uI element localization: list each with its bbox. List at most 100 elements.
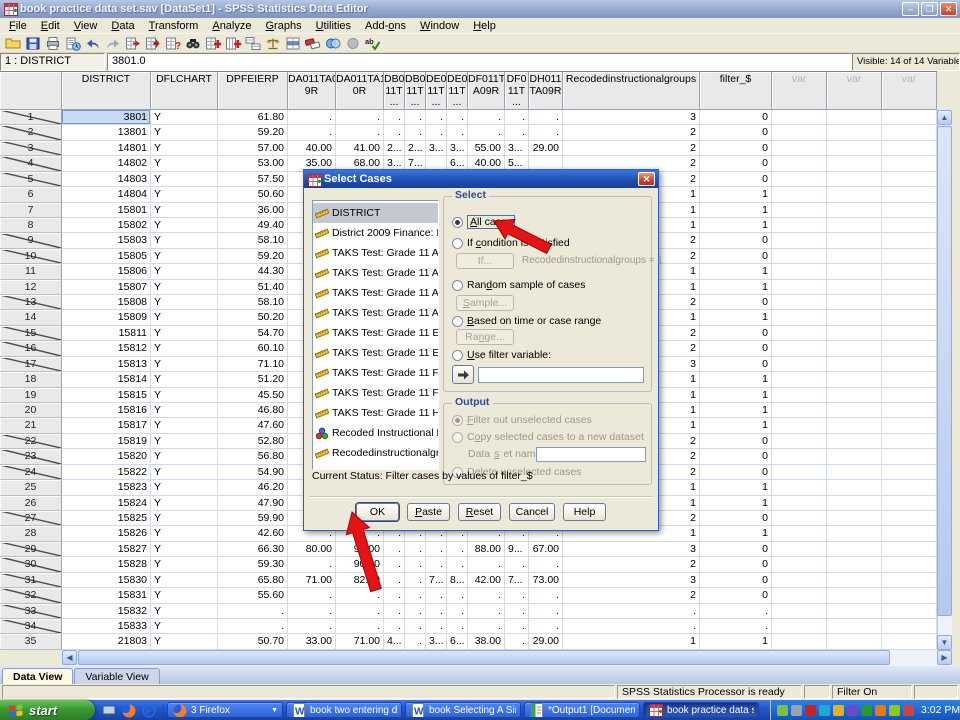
cell[interactable]: [772, 357, 827, 372]
cell[interactable]: [772, 418, 827, 433]
cell[interactable]: [827, 619, 882, 634]
split-file-icon[interactable]: [243, 35, 262, 52]
cell[interactable]: [772, 557, 827, 572]
taskbar-task[interactable]: 3 Firefox▼: [167, 702, 283, 718]
cell[interactable]: .: [529, 110, 563, 125]
menu-file[interactable]: File: [2, 19, 34, 33]
cell[interactable]: .: [468, 110, 505, 125]
tray-icon[interactable]: [777, 705, 788, 716]
cell[interactable]: 15811: [62, 326, 151, 341]
cell[interactable]: 0: [700, 110, 772, 125]
cell[interactable]: 1: [700, 388, 772, 403]
tray-icon[interactable]: [805, 705, 816, 716]
row-number[interactable]: 30: [0, 557, 62, 572]
cell[interactable]: Y: [151, 341, 218, 356]
cell[interactable]: .: [288, 557, 336, 572]
ie-icon[interactable]: e: [141, 703, 157, 718]
cell[interactable]: [772, 264, 827, 279]
select-cases-icon[interactable]: [283, 35, 302, 52]
cell[interactable]: 0: [700, 295, 772, 310]
cell[interactable]: .: [447, 604, 468, 619]
cell[interactable]: 15825: [62, 511, 151, 526]
cell[interactable]: 29.00: [529, 141, 563, 156]
cell[interactable]: [772, 326, 827, 341]
cell[interactable]: [772, 341, 827, 356]
cell[interactable]: [882, 125, 937, 140]
weight-cases-icon[interactable]: [263, 35, 282, 52]
cell[interactable]: 3...: [426, 634, 447, 649]
cell[interactable]: [882, 496, 937, 511]
variable-info-icon[interactable]: ?: [163, 35, 182, 52]
menu-data[interactable]: Data: [104, 19, 141, 33]
cell[interactable]: 2: [563, 125, 700, 140]
column-header-df011ta09r[interactable]: DF011TA09R: [468, 72, 505, 110]
cell[interactable]: .: [468, 125, 505, 140]
row-number[interactable]: 20: [0, 403, 62, 418]
cell[interactable]: .: [426, 604, 447, 619]
cell[interactable]: Y: [151, 573, 218, 588]
cell[interactable]: 36.00: [218, 203, 288, 218]
cell[interactable]: .: [405, 634, 426, 649]
cell[interactable]: .: [700, 604, 772, 619]
cell[interactable]: 3...: [505, 141, 529, 156]
cell[interactable]: [772, 249, 827, 264]
move-variable-button[interactable]: [452, 365, 474, 384]
cell[interactable]: [772, 156, 827, 171]
cell[interactable]: .: [447, 125, 468, 140]
cell[interactable]: [882, 341, 937, 356]
cell[interactable]: 0: [700, 172, 772, 187]
cell[interactable]: 13801: [62, 125, 151, 140]
row-number[interactable]: 6: [0, 187, 62, 202]
cell[interactable]: 0: [700, 125, 772, 140]
cell[interactable]: [882, 449, 937, 464]
cell[interactable]: [827, 403, 882, 418]
dialog-close-icon[interactable]: ✕: [638, 172, 655, 186]
cell[interactable]: [827, 588, 882, 603]
cell[interactable]: 9...: [505, 542, 529, 557]
cell[interactable]: [827, 141, 882, 156]
cell[interactable]: Y: [151, 434, 218, 449]
cell[interactable]: [827, 465, 882, 480]
cell[interactable]: [827, 233, 882, 248]
column-header-dpfeierp[interactable]: DPFEIERP: [218, 72, 288, 110]
cell[interactable]: 15824: [62, 496, 151, 511]
cell[interactable]: 15817: [62, 418, 151, 433]
cell[interactable]: 6...: [447, 634, 468, 649]
cell[interactable]: 0: [700, 511, 772, 526]
cell[interactable]: .: [384, 573, 405, 588]
cell[interactable]: 40.00: [288, 141, 336, 156]
tray-icon[interactable]: [847, 705, 858, 716]
cell[interactable]: [827, 172, 882, 187]
cell[interactable]: 8...: [447, 573, 468, 588]
cell[interactable]: [882, 280, 937, 295]
cell[interactable]: 1: [700, 264, 772, 279]
tray-icon[interactable]: [819, 705, 830, 716]
cell[interactable]: 51.40: [218, 280, 288, 295]
cell[interactable]: 2...: [384, 141, 405, 156]
value-labels-icon[interactable]: [303, 35, 322, 52]
cell[interactable]: [772, 310, 827, 325]
menu-graphs[interactable]: Graphs: [258, 19, 308, 33]
cell[interactable]: [882, 418, 937, 433]
cell[interactable]: .: [336, 588, 384, 603]
cell[interactable]: .: [405, 125, 426, 140]
insert-variable-icon[interactable]: [223, 35, 242, 52]
cell[interactable]: Y: [151, 403, 218, 418]
cell[interactable]: 21803: [62, 634, 151, 649]
cell[interactable]: [772, 542, 827, 557]
horizontal-scroll-thumb[interactable]: [78, 650, 890, 665]
cell[interactable]: [827, 434, 882, 449]
taskbar-task[interactable]: book practice data se...: [643, 702, 759, 718]
taskbar-task[interactable]: *Output1 [Document...: [524, 702, 640, 718]
cell[interactable]: [882, 357, 937, 372]
cell[interactable]: 1: [700, 418, 772, 433]
cell[interactable]: [827, 573, 882, 588]
cell[interactable]: Y: [151, 172, 218, 187]
cell[interactable]: Y: [151, 449, 218, 464]
cell[interactable]: Y: [151, 388, 218, 403]
cell[interactable]: .: [529, 588, 563, 603]
cell[interactable]: [882, 511, 937, 526]
cell[interactable]: 42.00: [468, 573, 505, 588]
cell[interactable]: [882, 264, 937, 279]
cell[interactable]: [827, 526, 882, 541]
